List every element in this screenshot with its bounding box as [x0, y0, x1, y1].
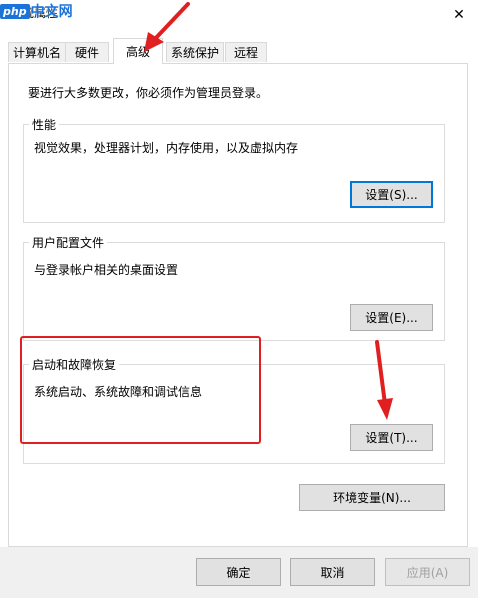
tab-remote[interactable]: 远程 — [225, 42, 267, 62]
watermark-php: php — [0, 3, 30, 19]
button-label: 环境变量(N)... — [333, 491, 411, 505]
startup-recovery-settings-button[interactable]: 设置(T)... — [350, 424, 433, 451]
tab-computer-name[interactable]: 计算机名 — [8, 42, 66, 62]
tab-advanced[interactable]: 高级 — [113, 38, 163, 64]
button-label: 确定 — [226, 565, 251, 580]
performance-description: 视觉效果，处理器计划，内存使用，以及虚拟内存 — [34, 141, 299, 155]
watermark-logo: php 中文网 — [0, 0, 73, 22]
user-profiles-title: 用户配置文件 — [29, 234, 108, 251]
user-profiles-description: 与登录帐户相关的桌面设置 — [34, 263, 179, 277]
tab-label: 计算机名 — [12, 46, 61, 60]
ok-button[interactable]: 确定 — [196, 558, 281, 586]
startup-recovery-description: 系统启动、系统故障和调试信息 — [34, 385, 203, 399]
user-profiles-settings-button[interactable]: 设置(E)... — [350, 304, 433, 331]
title-bar: 系统属性 php 中文网 ✕ — [0, 0, 478, 30]
startup-recovery-title: 启动和故障恢复 — [29, 356, 120, 373]
environment-variables-button[interactable]: 环境变量(N)... — [299, 484, 445, 511]
tab-label: 高级 — [125, 45, 150, 59]
performance-title: 性能 — [29, 116, 60, 133]
tab-label: 系统保护 — [170, 46, 219, 60]
tab-hardware[interactable]: 硬件 — [65, 42, 109, 62]
close-button[interactable]: ✕ — [440, 0, 478, 30]
admin-note: 要进行大多数更改，你必须作为管理员登录。 — [28, 86, 269, 100]
tab-label: 远程 — [233, 46, 258, 60]
performance-settings-button[interactable]: 设置(S)... — [350, 181, 433, 208]
close-icon: ✕ — [453, 7, 465, 23]
button-label: 设置(T)... — [365, 431, 418, 445]
watermark-cn: 中文网 — [30, 4, 73, 20]
button-label: 应用(A) — [406, 565, 449, 580]
tab-label: 硬件 — [74, 46, 99, 60]
apply-button: 应用(A) — [385, 558, 470, 586]
cancel-button[interactable]: 取消 — [290, 558, 375, 586]
button-label: 设置(E)... — [365, 311, 418, 325]
button-label: 设置(S)... — [365, 188, 418, 202]
tab-system-protection[interactable]: 系统保护 — [166, 42, 224, 62]
button-label: 取消 — [320, 565, 345, 580]
